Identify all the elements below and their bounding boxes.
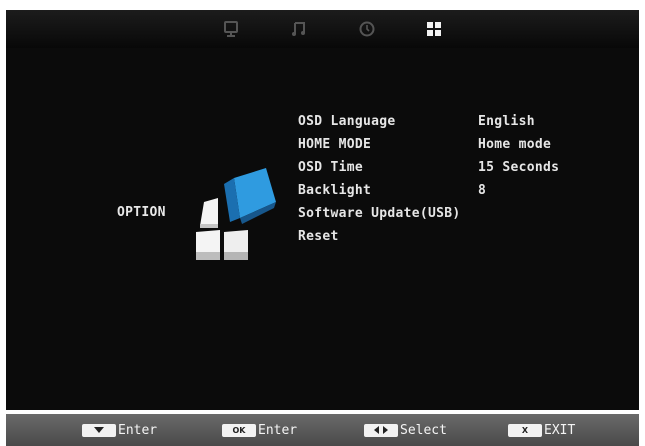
category-tab-bar [6, 10, 639, 48]
down-arrow-icon [82, 423, 116, 437]
menu-item-label: Backlight [298, 183, 372, 198]
left-right-arrows-icon [364, 423, 398, 437]
menu-item-home-mode[interactable]: HOME MODE Home mode [298, 137, 598, 159]
menu-item-osd-language[interactable]: OSD Language English [298, 114, 598, 136]
hint-label: Enter [258, 422, 298, 438]
monitor-icon[interactable] [221, 19, 241, 39]
menu-item-label: OSD Time [298, 160, 364, 175]
hint-select: Select [364, 414, 447, 446]
menu-item-reset[interactable]: Reset [298, 229, 598, 251]
menu-item-label: OSD Language [298, 114, 396, 129]
hint-label: Enter [118, 422, 158, 438]
ok-key-icon: OK [222, 423, 256, 437]
option-grid-icon[interactable] [424, 19, 444, 39]
menu-item-value: 8 [478, 183, 487, 198]
hint-label: Select [400, 422, 447, 438]
section-title: OPTION [117, 205, 166, 220]
x-key-icon: X [508, 423, 542, 437]
menu-item-label: Software Update(USB) [298, 206, 461, 221]
menu-item-value: Home mode [478, 137, 552, 152]
hint-exit: X EXIT [508, 414, 575, 446]
menu-item-backlight[interactable]: Backlight 8 [298, 183, 598, 205]
music-note-icon[interactable] [289, 19, 309, 39]
hint-ok-enter: OK Enter [222, 414, 297, 446]
hint-label: EXIT [544, 422, 576, 438]
hint-enter-down: Enter [82, 414, 157, 446]
menu-item-value: English [478, 114, 535, 129]
menu-item-software-update[interactable]: Software Update(USB) [298, 206, 598, 228]
menu-item-label: Reset [298, 229, 339, 244]
menu-item-label: HOME MODE [298, 137, 372, 152]
menu-item-osd-time[interactable]: OSD Time 15 Seconds [298, 160, 598, 182]
footer-hint-bar: Enter OK Enter Select X EXIT [6, 414, 639, 446]
menu-item-value: 15 Seconds [478, 160, 560, 175]
clock-icon[interactable] [357, 19, 377, 39]
option-cubes-icon [190, 162, 280, 270]
tv-osd-screen: OPTION OSD Language English HOME MODE Ho… [6, 10, 639, 410]
